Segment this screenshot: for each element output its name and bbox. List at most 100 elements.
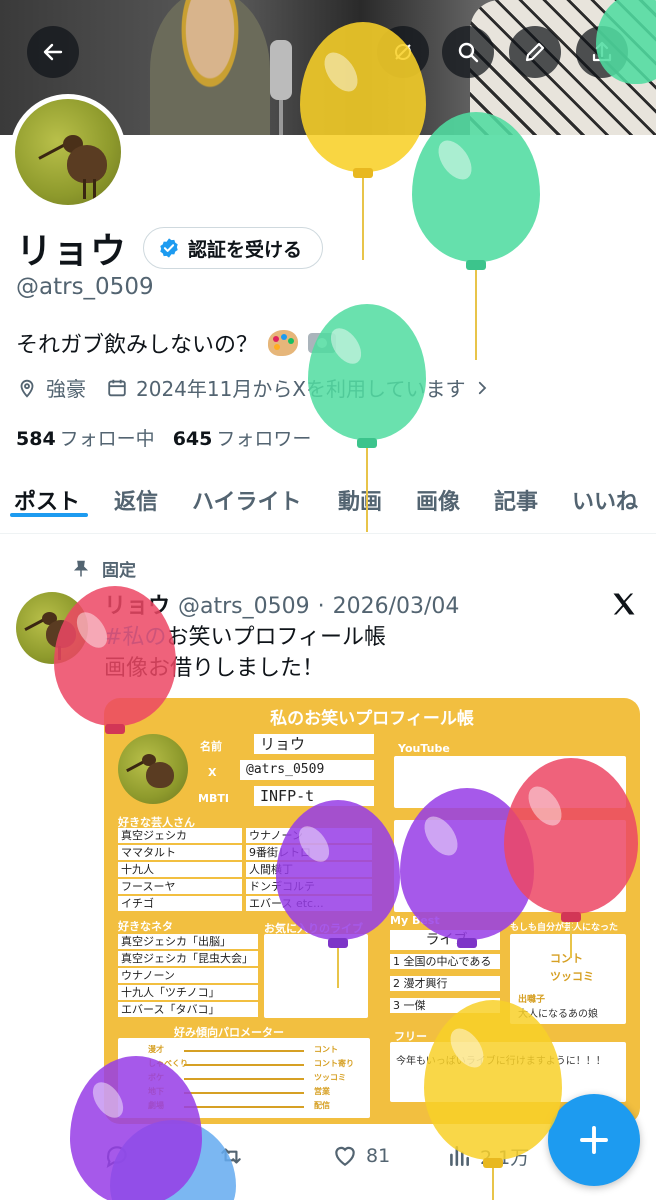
post-image[interactable]: 私のお笑いプロフィール帳 名前 リョウ X @atrs_0509 MBTI IN… [104, 698, 640, 1124]
like-count: 81 [366, 1145, 391, 1167]
card-best-2: 2 漫才興行 [390, 976, 500, 991]
repost-button[interactable] [218, 1143, 244, 1169]
back-button[interactable] [27, 26, 79, 78]
search-button[interactable] [442, 26, 494, 78]
post-author-handle[interactable]: @atrs_0509 [178, 594, 310, 619]
edit-button[interactable] [509, 26, 561, 78]
tab-posts[interactable]: ポスト [9, 470, 89, 517]
card-label-mbti: MBTI [198, 792, 229, 805]
card-title: 私のお笑いプロフィール帳 [270, 709, 474, 729]
post-hashtag[interactable]: #私の [104, 625, 166, 650]
meter-line-2 [184, 1064, 304, 1066]
profile-avatar[interactable] [10, 94, 126, 210]
post-text: #私のお笑いプロフィール帳 画像お借りしました！ [104, 622, 386, 684]
banner-mic-stand [279, 95, 283, 135]
repost-icon [221, 1148, 241, 1164]
card-label-neta: 好きなネタ [118, 920, 173, 933]
profile-joined-date[interactable]: 2024年11月からXを利用しています [136, 373, 465, 402]
post-text-line2: 画像お借りしました！ [104, 656, 325, 681]
grok-icon [395, 44, 411, 60]
card-label-name: 名前 [200, 740, 222, 753]
card-comedian-3: 十九人 [118, 862, 242, 877]
card-best-3: 3 一傑 [390, 998, 500, 1013]
pin-icon [73, 560, 89, 576]
tab-likes[interactable]: いいね [572, 470, 638, 516]
chevron-right-icon[interactable] [473, 379, 491, 397]
card-neta-4: 十九人「ツチノコ」 [118, 985, 258, 1000]
card-comedian-5: イチゴ [118, 896, 242, 911]
tab-articles[interactable]: 記事 [494, 470, 538, 516]
camera-icon [308, 333, 337, 353]
meter-right-3: ツッコミ [314, 1073, 346, 1082]
meter-line-3 [184, 1078, 304, 1080]
profile-bio: それガブ飲みしないの？ [16, 327, 337, 359]
following-link[interactable]: 584 フォロー中 [16, 424, 155, 451]
reply-icon [106, 1146, 127, 1169]
plus-icon [580, 1126, 608, 1154]
pinned-label: 固定 [102, 561, 136, 581]
get-verified-label: 認証を受ける [188, 238, 303, 261]
card-comedian-9: ドンデコルテ [246, 879, 372, 894]
tab-highlights[interactable]: ハイライト [192, 470, 302, 516]
followers-label: フォロワー [216, 428, 312, 450]
post-header: リョウ @atrs_0509 · 2026/03/04 [104, 588, 459, 620]
meter-line-5 [184, 1106, 304, 1108]
post-separator: · [317, 594, 325, 619]
pencil-icon [525, 42, 545, 62]
location-pin-icon [20, 379, 34, 398]
meter-right-5: 配信 [314, 1101, 330, 1110]
post-author-name[interactable]: リョウ [104, 588, 170, 620]
card-comedian-4: フースーヤ [118, 879, 242, 894]
get-verified-button[interactable]: 認証を受ける [143, 227, 324, 269]
card-comedian-6: ウナノーン [246, 828, 372, 843]
share-button[interactable] [576, 26, 628, 78]
tab-replies[interactable]: 返信 [114, 470, 158, 516]
card-comedian-7: 9番街レトロ [246, 845, 372, 860]
views-button[interactable]: 2.1万 [446, 1143, 529, 1170]
post-text-line1: お笑いプロフィール帳 [166, 625, 386, 650]
meter-line-1 [184, 1050, 304, 1052]
card-comedian-8: 人間横丁 [246, 862, 372, 877]
tab-videos[interactable]: 動画 [338, 470, 382, 516]
grok-button[interactable] [377, 26, 429, 78]
balloon-green-1 [412, 112, 542, 362]
card-value-name: リョウ [254, 734, 374, 754]
card-role-conte: コント [550, 952, 583, 965]
follow-stats: 584 フォロー中 645 フォロワー [16, 424, 311, 451]
card-debayashi-label: 出囃子 [518, 995, 546, 1005]
pinned-indicator: 固定 [72, 556, 136, 581]
card-neta-2: 真空ジェシカ「昆虫大会」 [118, 951, 258, 966]
card-comedian-10: エバース etc... [246, 896, 372, 911]
card-comedian-2: ママタルト [118, 845, 242, 860]
card-label-best: My Best [390, 914, 440, 927]
verified-badge-icon [160, 238, 178, 258]
post-author-avatar[interactable] [16, 592, 88, 664]
card-label-x: X [208, 766, 217, 779]
card-best-1: 1 全国の中心である [390, 954, 500, 969]
x-logo-icon [613, 593, 635, 615]
meter-right-4: 営業 [314, 1087, 330, 1096]
card-value-x: @atrs_0509 [240, 760, 374, 780]
palette-icon [268, 330, 299, 356]
card-comedian-1: 真空ジェシカ [118, 828, 242, 843]
tab-images[interactable]: 画像 [416, 470, 460, 516]
profile-tabs: ポスト 返信 ハイライト 動画 画像 記事 いいね [0, 470, 656, 534]
post-date[interactable]: 2026/03/04 [333, 594, 460, 619]
card-neta-3: ウナノーン [118, 968, 258, 983]
followers-link[interactable]: 645 フォロワー [173, 424, 312, 451]
card-avatar-image [118, 734, 188, 804]
meter-right-1: コント [314, 1045, 338, 1054]
like-button[interactable]: 81 [332, 1143, 390, 1169]
views-count: 2.1万 [480, 1146, 530, 1169]
meter-left-5: 劇場 [148, 1101, 164, 1110]
banner-microphone [270, 40, 292, 100]
views-chart-icon [450, 1146, 469, 1166]
card-value-mbti: INFP-t [254, 786, 374, 806]
following-count: 584 [16, 428, 56, 450]
reply-button[interactable] [104, 1143, 130, 1169]
heart-icon [335, 1146, 355, 1166]
compose-post-button[interactable] [548, 1094, 640, 1186]
bio-text: それガブ飲みしないの？ [16, 333, 259, 358]
profile-handle: @atrs_0509 [16, 274, 154, 300]
card-label-youtube: YouTube [398, 742, 450, 755]
